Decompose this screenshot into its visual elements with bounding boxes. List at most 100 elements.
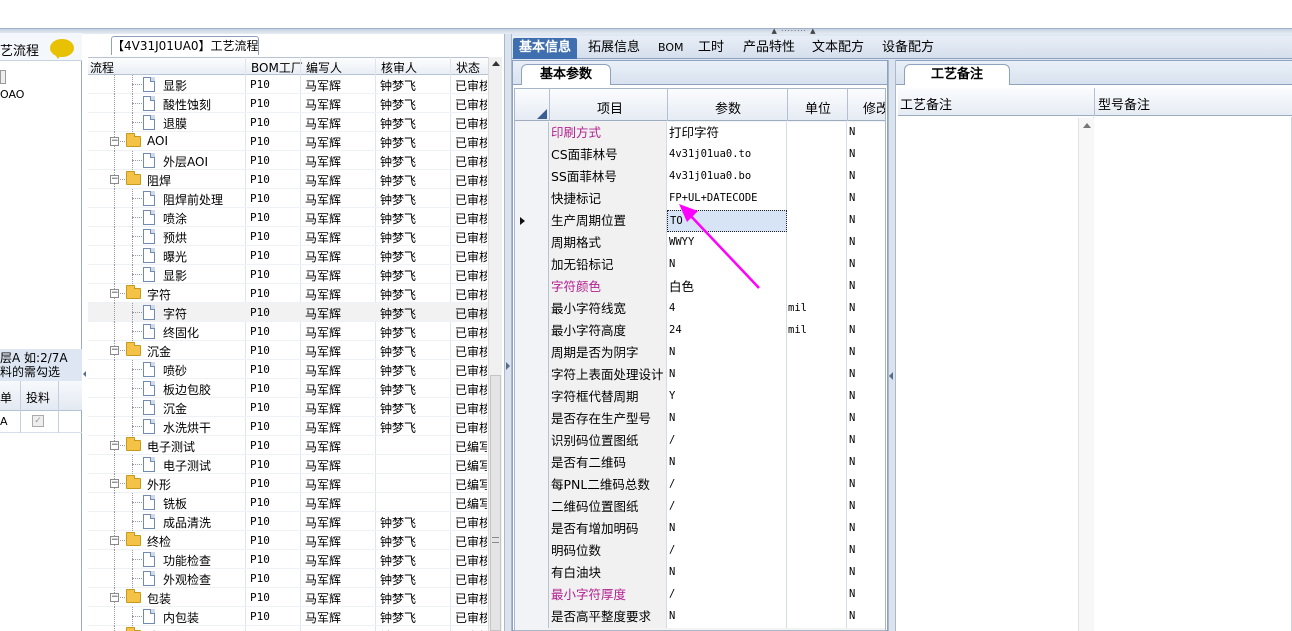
param-value-cell[interactable]: N <box>667 562 787 584</box>
param-value-cell[interactable]: / <box>667 584 787 606</box>
param-modified-cell[interactable]: N <box>847 122 885 144</box>
param-modified-cell[interactable]: N <box>847 430 885 452</box>
tab-text-recipe[interactable]: 文本配方 <box>806 38 870 59</box>
param-value-cell[interactable]: N <box>667 342 787 364</box>
param-value-cell[interactable]: 24 <box>667 320 787 342</box>
param-value-cell[interactable]: N <box>667 254 787 276</box>
row-header[interactable] <box>515 254 549 276</box>
param-row[interactable]: 最小字符高度 24 mil N <box>515 320 885 342</box>
tree-row[interactable]: 板边包胶 P10 马军辉 钟梦飞 已审核 <box>88 379 488 398</box>
col-header-checker[interactable]: 核审人 <box>381 59 417 76</box>
param-modified-cell[interactable]: N <box>847 496 885 518</box>
row-header[interactable] <box>515 342 549 364</box>
param-unit-cell[interactable]: mil <box>787 298 847 320</box>
tree-row[interactable]: 成品清洗 P10 马军辉 钟梦飞 已审核 <box>88 512 488 531</box>
param-row[interactable]: 是否有二维码 N N <box>515 452 885 474</box>
row-header[interactable] <box>515 166 549 188</box>
param-value-cell[interactable]: / <box>667 496 787 518</box>
tab-process-remarks[interactable]: 工艺备注 <box>904 64 1011 85</box>
tab-extended-info[interactable]: 拓展信息 <box>582 38 646 59</box>
row-header[interactable] <box>515 210 549 232</box>
tree-row[interactable]: 内包装 P10 马军辉 钟梦飞 已审核 <box>88 607 488 626</box>
row-header[interactable] <box>515 232 549 254</box>
param-modified-cell[interactable]: N <box>847 584 885 606</box>
tab-basic-info[interactable]: 基本信息 <box>513 38 578 59</box>
row-header[interactable] <box>515 364 549 386</box>
param-modified-cell[interactable]: N <box>847 298 885 320</box>
tree-row[interactable]: − 外形 P10 马军辉 已编写 <box>88 474 488 493</box>
param-row[interactable]: 是否有增加明码 N N <box>515 518 885 540</box>
param-modified-cell[interactable]: N <box>847 364 885 386</box>
param-row[interactable]: 最小字符线宽 4 mil N <box>515 298 885 320</box>
collapse-node-icon[interactable]: − <box>110 479 119 488</box>
param-value-cell[interactable]: 4v31j01ua0.to <box>667 144 787 166</box>
param-unit-cell[interactable] <box>787 606 847 628</box>
param-modified-cell[interactable]: N <box>847 452 885 474</box>
param-value-cell[interactable]: / <box>667 540 787 562</box>
param-modified-cell[interactable]: N <box>847 188 885 210</box>
param-unit-cell[interactable] <box>787 188 847 210</box>
param-modified-cell[interactable]: N <box>847 540 885 562</box>
param-unit-cell[interactable] <box>787 540 847 562</box>
tree-row[interactable]: 外观检查 P10 马军辉 钟梦飞 已审核 <box>88 569 488 588</box>
tree-row[interactable]: 沉金 P10 马军辉 钟梦飞 已审核 <box>88 398 488 417</box>
param-value-cell[interactable]: WWYY <box>667 232 787 254</box>
param-row[interactable]: 字符颜色 白色 N <box>515 276 885 298</box>
param-row[interactable]: CS面菲林号 4v31j01ua0.to N <box>515 144 885 166</box>
param-value-cell[interactable]: N <box>667 452 787 474</box>
scroll-up-icon[interactable] <box>1083 123 1091 128</box>
param-row[interactable]: 生产周期位置 TO N <box>515 210 885 232</box>
tab-equipment-recipe[interactable]: 设备配方 <box>876 38 940 59</box>
param-value-cell[interactable]: N <box>667 364 787 386</box>
param-value-cell[interactable]: N <box>667 518 787 540</box>
param-modified-cell[interactable]: N <box>847 562 885 584</box>
param-row[interactable]: 加无铅标记 N N <box>515 254 885 276</box>
param-unit-cell[interactable] <box>787 364 847 386</box>
collapse-params-icon[interactable] <box>889 372 893 380</box>
col-separator[interactable] <box>667 89 668 121</box>
param-row[interactable]: 是否存在生产型号 N N <box>515 408 885 430</box>
param-row[interactable]: 快捷标记 FP+UL+DATECODE N <box>515 188 885 210</box>
param-modified-cell[interactable]: N <box>847 276 885 298</box>
param-unit-cell[interactable] <box>787 518 847 540</box>
model-remarks-textarea[interactable] <box>1095 117 1292 631</box>
param-row[interactable]: 周期是否为阴字 N N <box>515 342 885 364</box>
row-header[interactable] <box>515 386 549 408</box>
tree-row[interactable]: 字符 P10 马军辉 钟梦飞 已审核 <box>88 303 488 322</box>
collapse-node-icon[interactable]: − <box>110 593 119 602</box>
col-separator[interactable] <box>787 89 788 121</box>
panel-splitter[interactable] <box>504 34 512 631</box>
scroll-thumb[interactable] <box>490 375 501 631</box>
param-row[interactable]: 是否高平整度要求 N N <box>515 606 885 628</box>
tab-basic-params[interactable]: 基本参数 <box>521 64 612 85</box>
row-header[interactable] <box>515 474 549 496</box>
param-value-cell[interactable]: 4v31j01ua0.bo <box>667 166 787 188</box>
col-header-writer[interactable]: 编写人 <box>306 59 342 76</box>
param-unit-cell[interactable] <box>787 430 847 452</box>
select-all-icon[interactable] <box>537 109 547 119</box>
detail-splitter[interactable] <box>888 60 896 631</box>
col-header-param[interactable]: 参数 <box>715 98 741 117</box>
col-header-item[interactable]: 项目 <box>597 98 623 117</box>
left-grid-col1[interactable]: 单 <box>0 389 12 406</box>
param-unit-cell[interactable]: mil <box>787 320 847 342</box>
param-unit-cell[interactable] <box>787 496 847 518</box>
row-header[interactable] <box>515 430 549 452</box>
tree-row[interactable]: 外层AOI P10 马军辉 钟梦飞 已审核 <box>88 151 488 170</box>
tree-row[interactable]: − 字符 P10 马军辉 钟梦飞 已审核 <box>88 284 488 303</box>
left-grid-col2[interactable]: 投料 <box>26 389 50 406</box>
param-row[interactable]: 字符上表面处理设计 N N <box>515 364 885 386</box>
param-modified-cell[interactable]: N <box>847 518 885 540</box>
param-unit-cell[interactable] <box>787 210 847 232</box>
param-row[interactable]: 字符框代替周期 Y N <box>515 386 885 408</box>
param-unit-cell[interactable] <box>787 144 847 166</box>
chat-bubble-icon[interactable] <box>50 39 74 59</box>
row-header[interactable] <box>515 606 549 628</box>
tree-row[interactable]: − 电子测试 P10 马军辉 已编写 <box>88 436 488 455</box>
row-header[interactable] <box>515 408 549 430</box>
param-row[interactable]: 二维码位置图纸 / N <box>515 496 885 518</box>
param-unit-cell[interactable] <box>787 386 847 408</box>
collapse-node-icon[interactable]: − <box>110 175 119 184</box>
param-unit-cell[interactable] <box>787 122 847 144</box>
col-header-unit[interactable]: 单位 <box>805 98 831 117</box>
